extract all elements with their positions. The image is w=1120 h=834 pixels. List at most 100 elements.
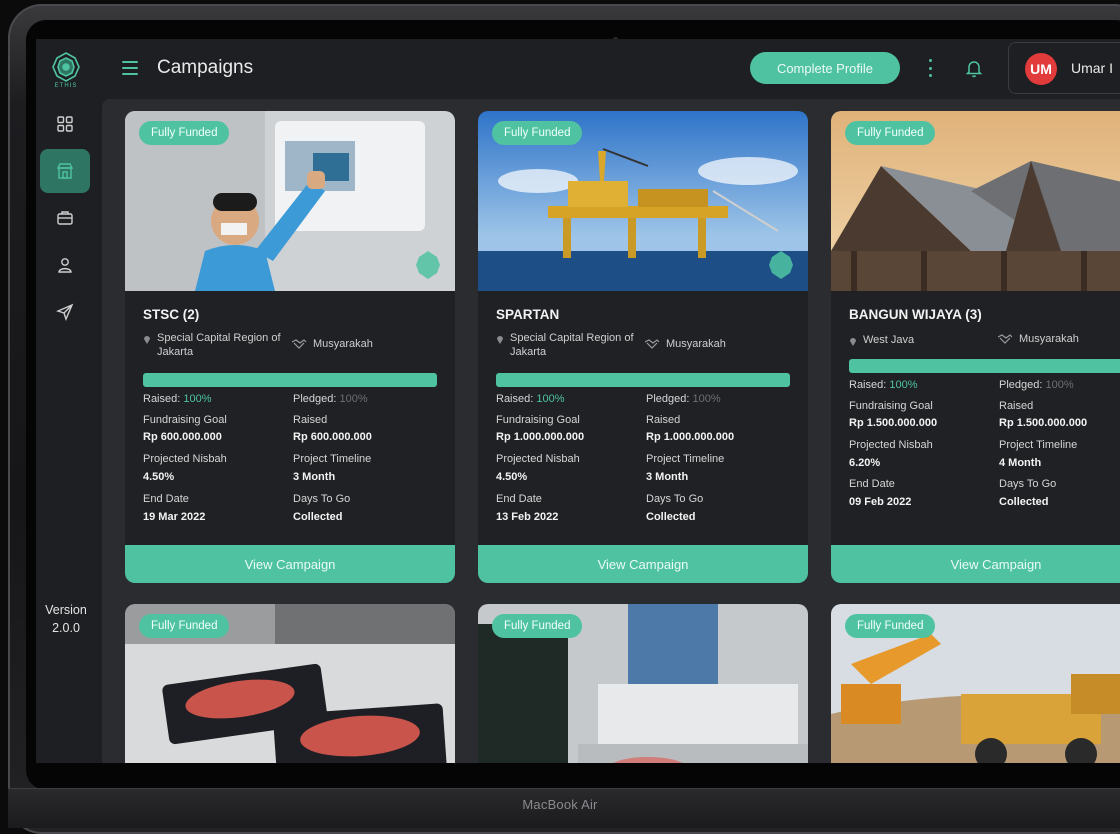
handshake-icon [997,334,1013,344]
user-name: Umar I [1071,60,1113,76]
timeline-label: Project Timeline [646,453,725,465]
campaign-image-mining-trucks[interactable]: Fully Funded [831,604,1120,763]
campaign-image-offshore-platform[interactable]: Fully Funded [478,111,808,291]
device-label: MacBook Air [522,797,598,812]
raised-label: Raised [293,414,328,426]
location-pin-icon [850,338,856,346]
campaign-scheme: Musyarakah [644,338,726,350]
location-text: Special Capital Region of Jakarta [157,332,281,358]
campaign-card: Fully Funded [478,604,808,763]
end-date-label: End Date [496,493,542,505]
campaign-image-food-factory[interactable]: Fully Funded [478,604,808,763]
avatar: UM [1025,53,1057,85]
sidebar-item-portfolio[interactable] [40,196,90,240]
goal-value: Rp 600.000.000 [143,431,222,443]
nisbah-value: 6.20% [849,457,881,469]
fully-funded-badge: Fully Funded [492,121,583,145]
handshake-icon [291,339,307,349]
app-screen: ETHIS Version 2.0.0 Campaigns Complete P… [36,39,1120,763]
timeline-value: 3 Month [646,471,689,483]
location-pin-icon [497,336,503,344]
funding-progress-bar [143,373,437,387]
campaign-card: Fully Funded BANGUN WIJAYA (3) West Java… [831,111,1120,583]
page-title: Campaigns [157,57,254,78]
scheme-text: Musyarakah [313,338,373,350]
timeline-label: Project Timeline [999,439,1078,451]
pledged-percent: Pledged: 100% [999,379,1074,391]
end-date-value: 13 Feb 2022 [496,511,559,523]
campaign-card: Fully Funded STSC (2) Special Capital Re… [125,111,455,583]
end-date-label: End Date [143,493,189,505]
end-date-label: End Date [849,478,895,490]
days-to-go-value: Collected [999,496,1049,508]
top-bar: Campaigns Complete Profile UM Umar I [102,39,1120,99]
notification-bell-icon[interactable] [965,58,983,78]
campaign-location: Special Capital Region of Jakarta [496,331,646,359]
ethis-watermark-icon [769,251,793,279]
goal-label: Fundraising Goal [849,400,933,412]
view-campaign-button[interactable]: View Campaign [831,545,1120,583]
sidebar-item-profile[interactable] [40,243,90,287]
campaign-image-packaged-meat[interactable]: Fully Funded [125,604,455,763]
campaign-location: Special Capital Region of Jakarta [143,331,293,359]
nisbah-label: Projected Nisbah [143,453,227,465]
goal-label: Fundraising Goal [143,414,227,426]
campaign-title: SPARTAN [496,307,560,322]
briefcase-icon [57,211,73,225]
campaign-title: STSC (2) [143,307,200,322]
campaign-title: BANGUN WIJAYA (3) [849,307,982,322]
scheme-text: Musyarakah [666,338,726,350]
version-label: Version [45,603,87,617]
nisbah-value: 4.50% [143,471,175,483]
goal-value: Rp 1.000.000.000 [496,431,585,443]
raised-percent: Raised: 100% [143,393,212,405]
nisbah-value: 4.50% [496,471,528,483]
complete-profile-button[interactable]: Complete Profile [750,52,900,84]
raised-label: Raised [646,414,681,426]
days-to-go-value: Collected [646,511,696,523]
view-campaign-button[interactable]: View Campaign [125,545,455,583]
raised-value: Rp 1.000.000.000 [646,431,735,443]
campaign-image-roof-construction[interactable]: Fully Funded [831,111,1120,291]
sidebar-item-dashboard[interactable] [40,102,90,146]
sidebar-item-campaigns[interactable] [40,149,90,193]
scheme-text: Musyarakah [1019,333,1079,345]
days-to-go-value: Collected [293,511,343,523]
fully-funded-badge: Fully Funded [139,121,230,145]
fully-funded-badge: Fully Funded [139,614,230,638]
location-pin-icon [144,336,150,344]
campaign-scheme: Musyarakah [291,338,373,350]
store-icon [56,163,74,179]
nisbah-label: Projected Nisbah [849,439,933,451]
funding-progress-bar [496,373,790,387]
campaign-card: Fully Funded [125,604,455,763]
ethis-watermark-icon [416,251,440,279]
campaigns-grid: Fully Funded STSC (2) Special Capital Re… [102,99,1120,763]
sidebar-item-send[interactable] [40,290,90,334]
menu-icon[interactable] [122,61,138,75]
timeline-value: 4 Month [999,457,1042,469]
nisbah-label: Projected Nisbah [496,453,580,465]
goal-value: Rp 1.500.000.000 [849,417,938,429]
days-to-go-label: Days To Go [293,493,351,505]
location-text: Special Capital Region of Jakarta [510,332,634,358]
end-date-value: 19 Mar 2022 [143,511,206,523]
raised-value: Rp 1.500.000.000 [999,417,1088,429]
campaign-image-ac-technician[interactable]: Fully Funded [125,111,455,291]
campaign-location: West Java [849,333,999,347]
logo-text: ETHIS [54,83,78,89]
campaign-card: Fully Funded [831,604,1120,763]
raised-label: Raised [999,400,1034,412]
end-date-value: 09 Feb 2022 [849,496,912,508]
goal-label: Fundraising Goal [496,414,580,426]
user-menu[interactable]: UM Umar I [1008,42,1120,94]
handshake-icon [644,339,660,349]
send-icon [56,303,74,321]
view-campaign-button[interactable]: View Campaign [478,545,808,583]
more-options-icon[interactable] [927,59,933,77]
raised-percent: Raised: 100% [849,379,918,391]
location-text: West Java [863,334,915,346]
pledged-percent: Pledged: 100% [293,393,368,405]
campaign-scheme: Musyarakah [997,333,1079,345]
fully-funded-badge: Fully Funded [845,614,936,638]
